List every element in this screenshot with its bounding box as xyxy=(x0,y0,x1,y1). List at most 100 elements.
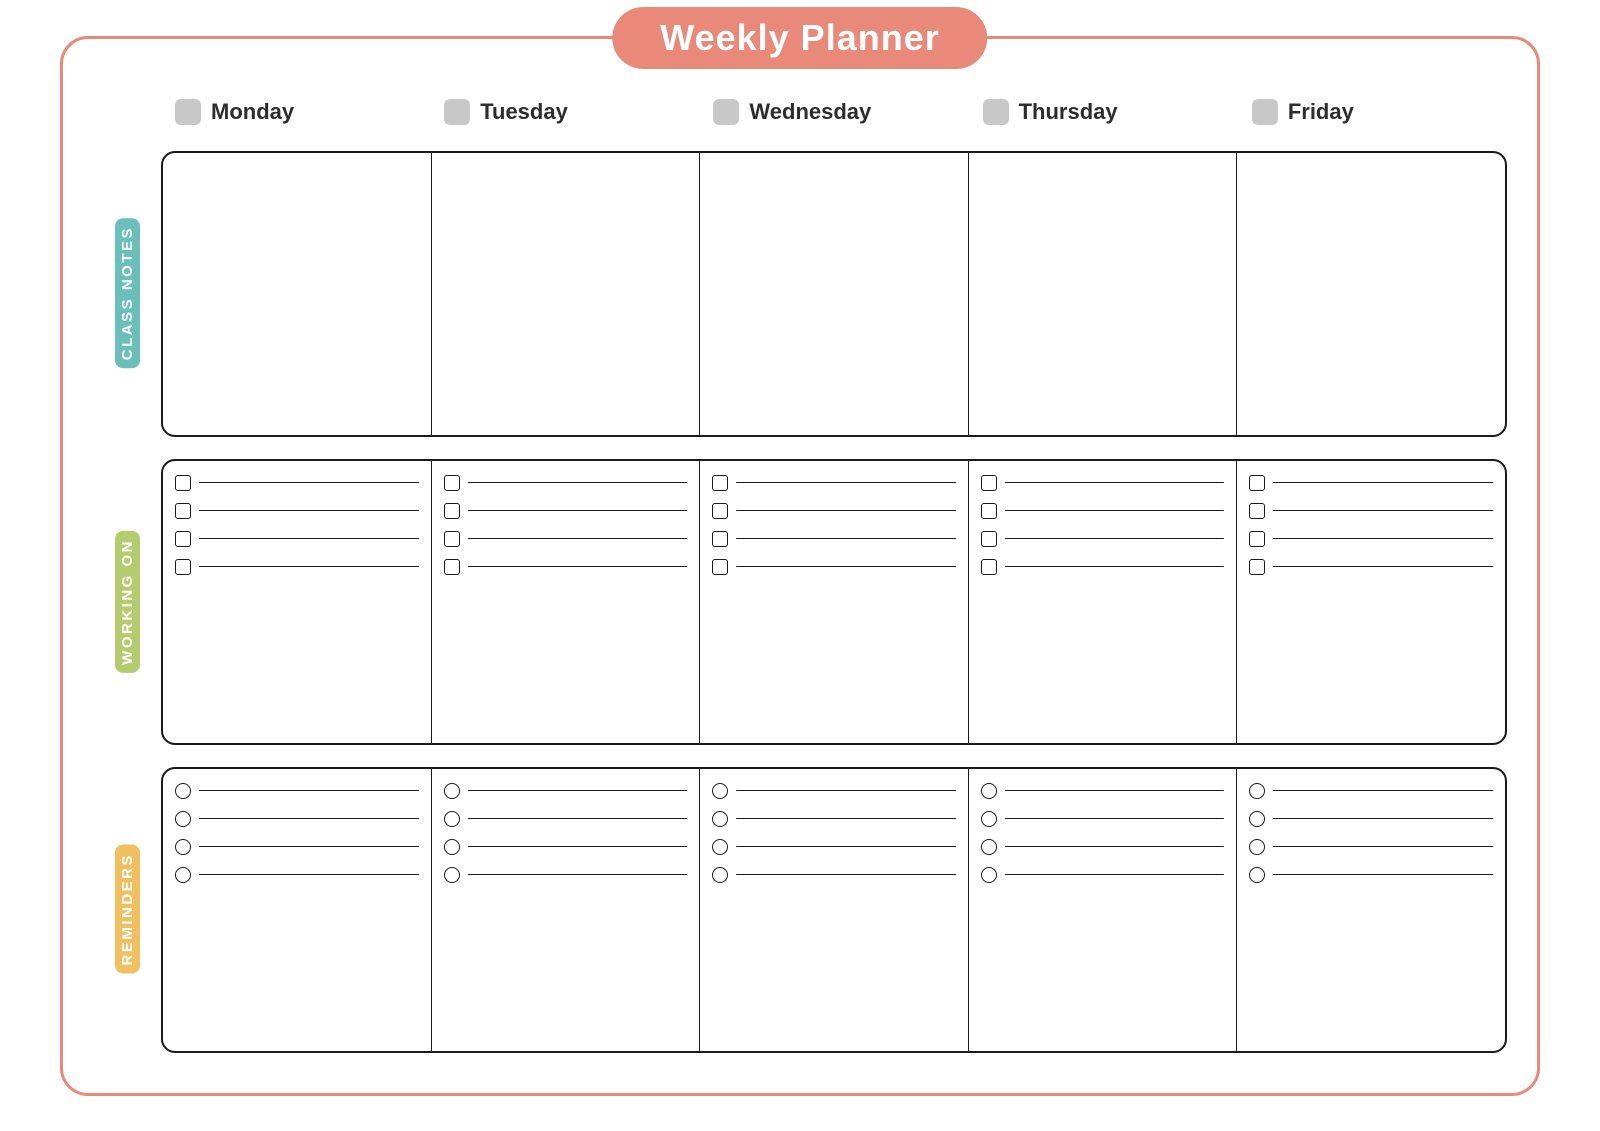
checkbox-item[interactable] xyxy=(175,531,419,547)
checkbox-line xyxy=(1273,566,1493,568)
circle-dot[interactable] xyxy=(981,867,997,883)
circle-dot[interactable] xyxy=(712,839,728,855)
circle-dot[interactable] xyxy=(444,867,460,883)
class-notes-wednesday[interactable] xyxy=(700,153,969,435)
day-header-tuesday: Tuesday xyxy=(430,99,699,125)
checkbox-box[interactable] xyxy=(712,531,728,547)
checkbox-box[interactable] xyxy=(1249,475,1265,491)
class-notes-tuesday[interactable] xyxy=(432,153,701,435)
circle-item[interactable] xyxy=(175,783,419,799)
checkbox-box[interactable] xyxy=(175,559,191,575)
circle-dot[interactable] xyxy=(1249,811,1265,827)
circle-dot[interactable] xyxy=(981,839,997,855)
checkbox-item[interactable] xyxy=(175,503,419,519)
checkbox-item[interactable] xyxy=(444,559,688,575)
circle-dot[interactable] xyxy=(981,811,997,827)
checkbox-item[interactable] xyxy=(1249,503,1493,519)
checkbox-box[interactable] xyxy=(444,503,460,519)
checkbox-box[interactable] xyxy=(981,531,997,547)
circle-dot[interactable] xyxy=(175,867,191,883)
circle-dot[interactable] xyxy=(175,783,191,799)
checkbox-box[interactable] xyxy=(444,531,460,547)
circle-item[interactable] xyxy=(712,811,956,827)
checkbox-box[interactable] xyxy=(981,559,997,575)
checkbox-item[interactable] xyxy=(712,559,956,575)
circle-item[interactable] xyxy=(1249,867,1493,883)
circle-dot[interactable] xyxy=(1249,783,1265,799)
reminders-wednesday xyxy=(700,769,969,1051)
tuesday-label: Tuesday xyxy=(480,99,568,125)
checkbox-box[interactable] xyxy=(712,475,728,491)
checkbox-item[interactable] xyxy=(981,475,1225,491)
circle-dot[interactable] xyxy=(175,811,191,827)
class-notes-thursday[interactable] xyxy=(969,153,1238,435)
checkbox-item[interactable] xyxy=(444,503,688,519)
checkbox-box[interactable] xyxy=(175,531,191,547)
checkbox-item[interactable] xyxy=(712,531,956,547)
circle-item[interactable] xyxy=(712,839,956,855)
working-on-friday xyxy=(1237,461,1505,743)
circle-dot[interactable] xyxy=(712,783,728,799)
checkbox-item[interactable] xyxy=(1249,559,1493,575)
circle-item[interactable] xyxy=(444,867,688,883)
checkbox-box[interactable] xyxy=(1249,559,1265,575)
circle-dot[interactable] xyxy=(444,811,460,827)
checkbox-line xyxy=(1273,482,1493,484)
circle-item[interactable] xyxy=(981,783,1225,799)
class-notes-friday[interactable] xyxy=(1237,153,1505,435)
checkbox-box[interactable] xyxy=(175,475,191,491)
circle-item[interactable] xyxy=(175,811,419,827)
circle-item[interactable] xyxy=(175,839,419,855)
checkbox-box[interactable] xyxy=(444,559,460,575)
checkbox-item[interactable] xyxy=(981,559,1225,575)
circle-item[interactable] xyxy=(444,839,688,855)
checkbox-item[interactable] xyxy=(444,475,688,491)
checkbox-box[interactable] xyxy=(712,503,728,519)
circle-dot[interactable] xyxy=(1249,839,1265,855)
checkbox-item[interactable] xyxy=(175,559,419,575)
checkbox-box[interactable] xyxy=(175,503,191,519)
circle-item[interactable] xyxy=(712,783,956,799)
checkbox-item[interactable] xyxy=(1249,475,1493,491)
checkbox-line xyxy=(468,538,688,540)
checkbox-box[interactable] xyxy=(981,503,997,519)
circle-item[interactable] xyxy=(1249,811,1493,827)
working-on-label: Working On xyxy=(115,531,140,673)
circle-dot[interactable] xyxy=(444,783,460,799)
checkbox-box[interactable] xyxy=(1249,503,1265,519)
checkbox-item[interactable] xyxy=(981,503,1225,519)
checkbox-box[interactable] xyxy=(1249,531,1265,547)
class-notes-label-col: Class Notes xyxy=(93,151,161,437)
circle-line xyxy=(468,874,688,876)
checkbox-item[interactable] xyxy=(444,531,688,547)
circle-item[interactable] xyxy=(1249,839,1493,855)
checkbox-item[interactable] xyxy=(712,475,956,491)
circle-item[interactable] xyxy=(981,867,1225,883)
circle-dot[interactable] xyxy=(175,839,191,855)
circle-dot[interactable] xyxy=(712,811,728,827)
circle-item[interactable] xyxy=(444,783,688,799)
circle-line xyxy=(736,874,956,876)
circle-dot[interactable] xyxy=(712,867,728,883)
checkbox-box[interactable] xyxy=(444,475,460,491)
circle-dot[interactable] xyxy=(444,839,460,855)
circle-item[interactable] xyxy=(981,839,1225,855)
checkbox-item[interactable] xyxy=(1249,531,1493,547)
checkbox-box[interactable] xyxy=(981,475,997,491)
reminders-monday xyxy=(163,769,432,1051)
circle-dot[interactable] xyxy=(981,783,997,799)
checkbox-box[interactable] xyxy=(712,559,728,575)
friday-icon xyxy=(1252,99,1278,125)
checkbox-item[interactable] xyxy=(712,503,956,519)
working-on-section: Working On xyxy=(93,459,1507,745)
circle-item[interactable] xyxy=(1249,783,1493,799)
circle-item[interactable] xyxy=(712,867,956,883)
circle-item[interactable] xyxy=(981,811,1225,827)
circle-item[interactable] xyxy=(175,867,419,883)
class-notes-monday[interactable] xyxy=(163,153,432,435)
circle-item[interactable] xyxy=(444,811,688,827)
checkbox-item[interactable] xyxy=(981,531,1225,547)
circle-dot[interactable] xyxy=(1249,867,1265,883)
circle-line xyxy=(1005,874,1225,876)
checkbox-item[interactable] xyxy=(175,475,419,491)
